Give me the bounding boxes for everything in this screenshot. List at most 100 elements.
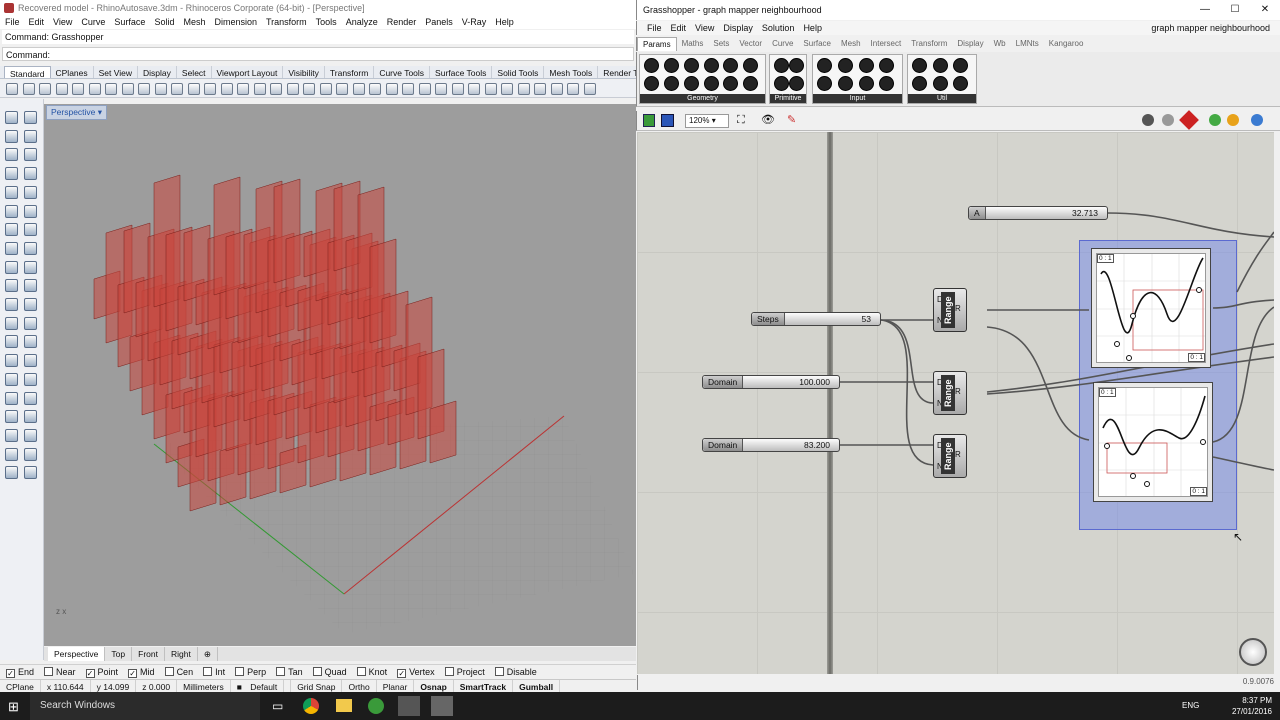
osnap-vertex[interactable]: ✓ Vertex bbox=[397, 667, 435, 678]
left-tool-icon[interactable] bbox=[24, 279, 37, 293]
toolbar-tool-icon[interactable] bbox=[534, 83, 546, 95]
rhino-taskbar-icon[interactable] bbox=[398, 696, 420, 716]
range-2-pin-r[interactable]: R bbox=[955, 387, 961, 396]
gh-tab-surface[interactable]: Surface bbox=[798, 37, 836, 51]
gh-tab-display[interactable]: Display bbox=[952, 37, 988, 51]
toolbar-tool-icon[interactable] bbox=[270, 83, 282, 95]
osnap-checkbox[interactable] bbox=[235, 667, 245, 676]
toolbar-tool-icon[interactable] bbox=[435, 83, 447, 95]
gh-tab-sets[interactable]: Sets bbox=[708, 37, 734, 51]
number-slider-a[interactable]: A 32.713 bbox=[968, 206, 1108, 220]
toolbar-tool-icon[interactable] bbox=[138, 83, 150, 95]
left-tool-icon[interactable] bbox=[5, 260, 18, 274]
preview-eye-icon[interactable]: 👁 bbox=[761, 113, 775, 126]
ribbon-component-icon[interactable] bbox=[723, 58, 739, 73]
ribbon-component-icon[interactable] bbox=[789, 58, 804, 73]
osnap-int[interactable]: Int bbox=[203, 667, 225, 677]
shaded-preview-icon[interactable] bbox=[1179, 110, 1199, 130]
grasshopper-taskbar-icon[interactable] bbox=[368, 698, 384, 714]
ribbon-group-label[interactable]: Input bbox=[813, 94, 902, 103]
gh-tab-transform[interactable]: Transform bbox=[906, 37, 952, 51]
taskbar-clock[interactable]: 8:37 PM 27/01/2016 bbox=[1232, 695, 1272, 717]
app-taskbar-icon[interactable] bbox=[431, 696, 453, 716]
taskbar-lang[interactable]: ENG bbox=[1182, 701, 1199, 710]
toolbar-tab-standard[interactable]: Standard bbox=[4, 66, 51, 78]
rhino-menu-transform[interactable]: Transform bbox=[266, 17, 307, 29]
gh-tab-wb[interactable]: Wb bbox=[989, 37, 1011, 51]
range-3-pin-r[interactable]: R bbox=[955, 450, 961, 459]
left-tool-icon[interactable] bbox=[5, 241, 18, 255]
taskbar-search[interactable]: Search Windows bbox=[30, 692, 260, 720]
left-tool-icon[interactable] bbox=[5, 354, 18, 368]
ribbon-component-icon[interactable] bbox=[858, 76, 874, 91]
zoom-select[interactable]: 120% ▾ bbox=[685, 114, 729, 128]
toolbar-tool-icon[interactable] bbox=[319, 83, 332, 95]
ribbon-component-icon[interactable] bbox=[912, 58, 927, 73]
left-tool-icon[interactable] bbox=[5, 298, 18, 311]
slider-a-value[interactable]: 32.713 bbox=[1072, 208, 1102, 218]
task-view-icon[interactable]: ▭ bbox=[272, 699, 283, 713]
left-tool-icon[interactable] bbox=[5, 223, 18, 237]
osnap-quad[interactable]: Quad bbox=[312, 667, 347, 677]
rhino-menu-surface[interactable]: Surface bbox=[114, 17, 145, 29]
rhino-menu-analyze[interactable]: Analyze bbox=[346, 17, 378, 29]
osnap-checkbox[interactable] bbox=[44, 667, 54, 676]
ribbon-group-label[interactable]: Primitive bbox=[770, 94, 806, 103]
toolbar-tab-viewport-layout[interactable]: Viewport Layout bbox=[212, 66, 284, 78]
osnap-point[interactable]: ✓ Point bbox=[85, 667, 118, 678]
ribbon-component-icon[interactable] bbox=[817, 76, 832, 91]
toolbar-tool-icon[interactable] bbox=[336, 83, 348, 95]
osnap-tan[interactable]: Tan bbox=[276, 667, 303, 677]
osnap-knot[interactable]: Knot bbox=[356, 667, 387, 677]
toolbar-tool-icon[interactable] bbox=[501, 83, 513, 95]
sketch-pen-icon[interactable]: ✎ bbox=[787, 113, 796, 126]
graph-mapper-1-plot[interactable] bbox=[1096, 253, 1206, 363]
left-tool-icon[interactable] bbox=[5, 111, 18, 124]
toolbar-tool-icon[interactable] bbox=[286, 83, 299, 95]
surface-panel[interactable] bbox=[429, 400, 457, 464]
toolbar-tool-icon[interactable] bbox=[468, 83, 480, 95]
gh-tab-vector[interactable]: Vector bbox=[734, 37, 767, 51]
ribbon-component-icon[interactable] bbox=[743, 58, 759, 73]
ribbon-group-label[interactable]: Geometry bbox=[640, 94, 765, 103]
left-tool-icon[interactable] bbox=[24, 466, 37, 480]
zoom-extents-icon[interactable]: ⛶ bbox=[737, 114, 745, 127]
left-tool-icon[interactable] bbox=[24, 428, 37, 442]
viewport-tab-perspective[interactable]: Perspective bbox=[48, 647, 106, 661]
ribbon-component-icon[interactable] bbox=[774, 58, 789, 73]
ribbon-component-icon[interactable] bbox=[858, 58, 874, 73]
left-tool-icon[interactable] bbox=[5, 167, 18, 181]
minimize-button[interactable]: — bbox=[1190, 0, 1220, 20]
toolbar-tab-surface-tools[interactable]: Surface Tools bbox=[430, 66, 493, 78]
range-component-2[interactable]: D N R Range bbox=[923, 371, 977, 415]
ribbon-component-icon[interactable] bbox=[879, 76, 895, 91]
toolbar-tool-icon[interactable] bbox=[418, 83, 431, 95]
gh-menu-file[interactable]: File bbox=[647, 23, 662, 33]
left-tool-icon[interactable] bbox=[5, 148, 18, 162]
gh-menu-display[interactable]: Display bbox=[723, 23, 753, 33]
viewport-tab-right[interactable]: Right bbox=[165, 647, 198, 661]
preview-mode-icon[interactable] bbox=[1142, 114, 1154, 126]
left-tool-icon[interactable] bbox=[5, 279, 18, 293]
gh-menu-solution[interactable]: Solution bbox=[762, 23, 795, 33]
chrome-icon[interactable] bbox=[303, 698, 319, 714]
left-tool-icon[interactable] bbox=[24, 447, 37, 461]
gh-tab-mesh[interactable]: Mesh bbox=[836, 37, 866, 51]
left-tool-icon[interactable] bbox=[5, 391, 18, 405]
left-tool-icon[interactable] bbox=[5, 316, 18, 330]
toolbar-tool-icon[interactable] bbox=[253, 83, 266, 95]
left-tool-icon[interactable] bbox=[24, 241, 37, 255]
toolbar-tool-icon[interactable] bbox=[171, 83, 183, 95]
toolbar-tool-icon[interactable] bbox=[484, 83, 497, 95]
rhino-menu-solid[interactable]: Solid bbox=[154, 17, 174, 29]
osnap-end[interactable]: ✓ End bbox=[6, 667, 34, 678]
osnap-checkbox[interactable]: ✓ bbox=[128, 669, 138, 678]
toolbar-tab-visibility[interactable]: Visibility bbox=[283, 66, 325, 78]
left-tool-icon[interactable] bbox=[5, 204, 18, 218]
toolbar-tool-icon[interactable] bbox=[6, 83, 18, 95]
add-viewport-tab-icon[interactable]: ⊕ bbox=[198, 647, 218, 661]
toolbar-tab-curve-tools[interactable]: Curve Tools bbox=[374, 66, 431, 78]
rhino-menu-panels[interactable]: Panels bbox=[425, 17, 453, 29]
left-tool-icon[interactable] bbox=[5, 129, 18, 143]
toolbar-tool-icon[interactable] bbox=[352, 83, 365, 95]
